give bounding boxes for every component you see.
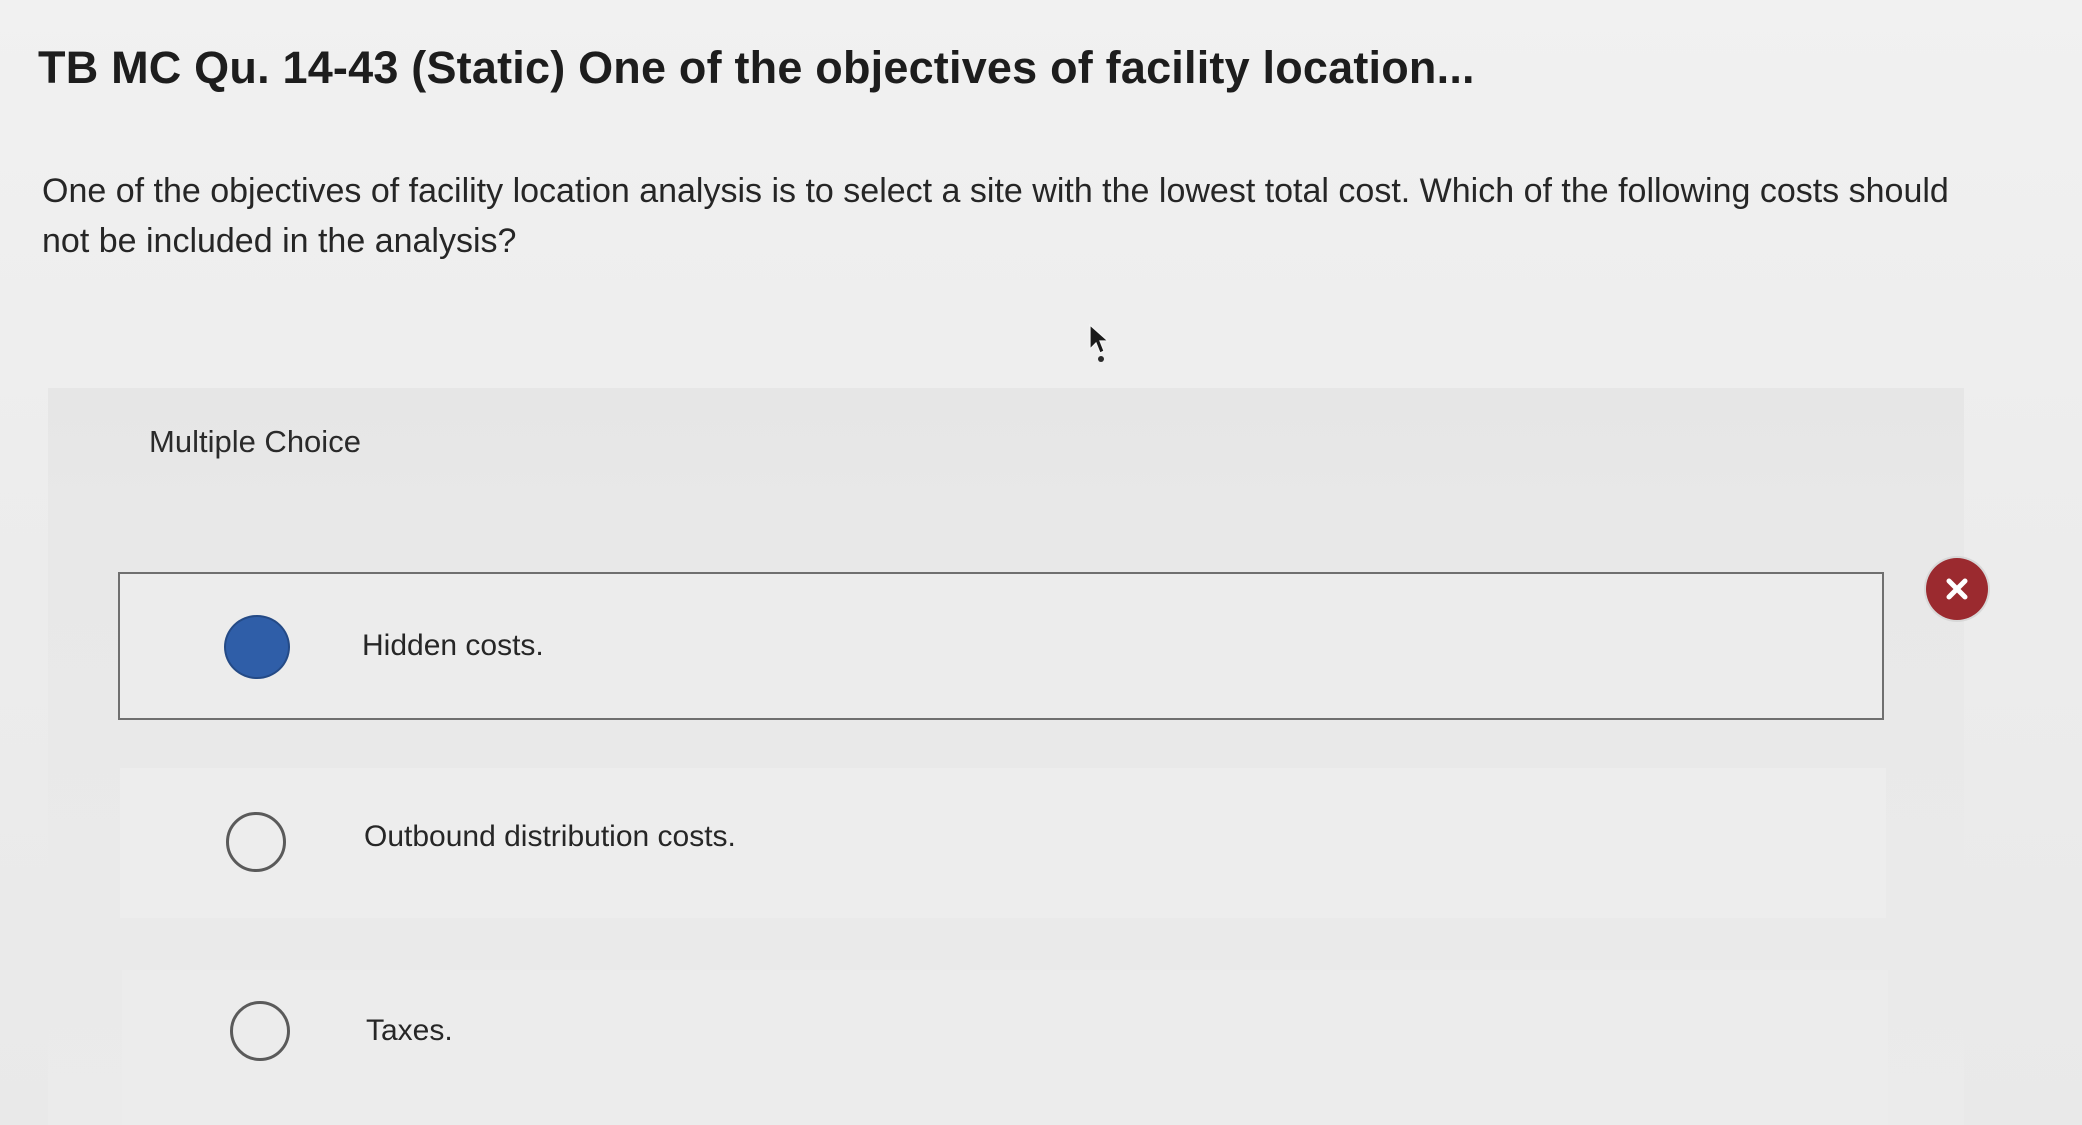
close-x-icon [1946, 578, 1968, 600]
choice-label: Taxes. [366, 1014, 453, 1047]
mouse-pointer-icon [1089, 323, 1110, 362]
radio-selected[interactable] [224, 615, 290, 679]
question-title: TB MC Qu. 14-43 (Static) One of the obje… [38, 42, 1475, 93]
multiple-choice-panel: Multiple Choice Hidden costs. Outbound d… [48, 388, 1988, 1125]
choice-option-taxes[interactable]: Taxes. [122, 970, 1888, 1125]
question-page: TB MC Qu. 14-43 (Static) One of the obje… [0, 0, 2082, 1125]
choice-label: Outbound distribution costs. [364, 820, 736, 853]
choice-option-outbound-distribution-costs[interactable]: Outbound distribution costs. [120, 768, 1886, 918]
choice-label: Hidden costs. [362, 629, 544, 662]
multiple-choice-label: Multiple Choice [149, 424, 361, 459]
question-text: One of the objectives of facility locati… [42, 172, 1949, 260]
incorrect-badge [1926, 558, 1988, 620]
radio-unselected[interactable] [230, 1001, 290, 1061]
radio-unselected[interactable] [226, 812, 286, 872]
choice-option-hidden-costs[interactable]: Hidden costs. [118, 558, 1988, 720]
